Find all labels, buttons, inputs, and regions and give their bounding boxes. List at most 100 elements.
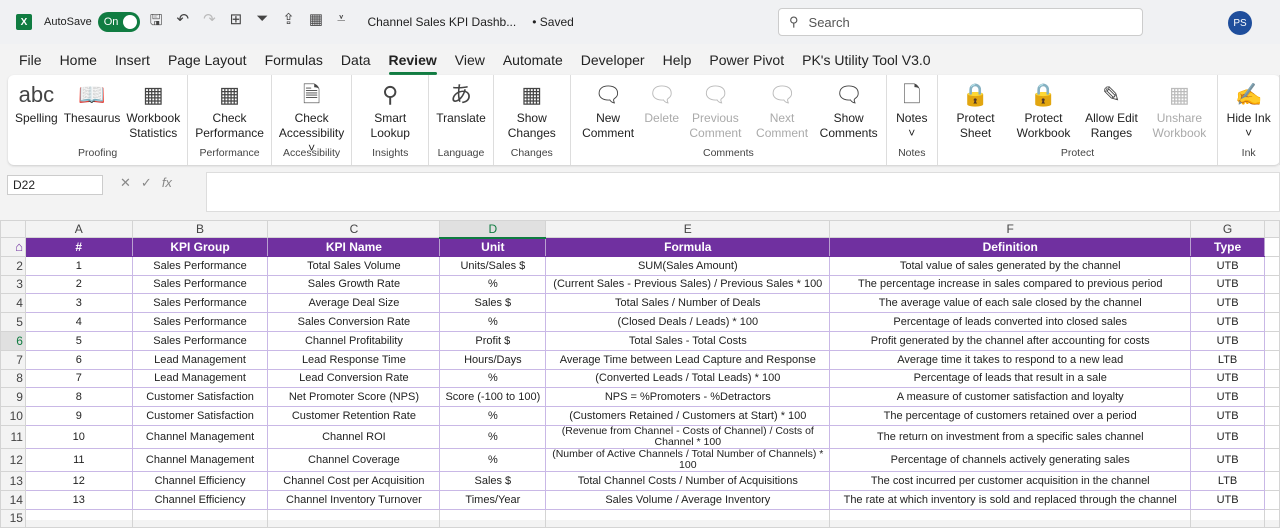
cell[interactable]: 8 [24, 387, 133, 408]
cell[interactable]: Percentage of leads that result in a sal… [829, 368, 1192, 389]
smart-lookup-button[interactable]: ⚲ Smart Lookup [356, 79, 424, 141]
cell[interactable]: 10 [24, 424, 133, 449]
fx-icon[interactable]: fx [162, 175, 172, 191]
cell[interactable]: Sales Performance [131, 255, 269, 276]
tab-insert[interactable]: Insert [106, 48, 159, 72]
autosave-toggle[interactable]: On [97, 12, 140, 32]
borders-icon[interactable]: ⊞ [230, 10, 243, 35]
cell[interactable] [1263, 312, 1280, 332]
check-performance-button[interactable]: ▦ Check Performance [192, 79, 267, 141]
cell[interactable] [1263, 293, 1280, 314]
cell[interactable] [1263, 424, 1280, 449]
cell[interactable]: The return on investment from a specific… [829, 424, 1192, 449]
cell[interactable]: (Customers Retained / Customers at Start… [545, 406, 831, 426]
cell[interactable]: Channel Management [131, 424, 269, 449]
cell[interactable]: Average Time between Lead Capture and Re… [545, 349, 831, 370]
cell[interactable] [1263, 255, 1280, 276]
cell[interactable] [1190, 508, 1265, 528]
row-header-3[interactable]: 3 [0, 274, 26, 295]
cell[interactable] [1263, 349, 1280, 370]
cell[interactable]: Sales $ [439, 293, 547, 314]
cancel-icon[interactable]: ✕ [120, 175, 131, 191]
protect-workbook-button[interactable]: 🔒 Protect Workbook [1010, 79, 1078, 141]
previous-comment-button[interactable]: 🗨 Previous Comment [682, 79, 749, 141]
cell[interactable]: Times/Year [439, 489, 547, 510]
cell[interactable]: 2 [24, 274, 133, 295]
cell[interactable]: Total Sales - Total Costs [545, 330, 831, 351]
cell[interactable]: Lead Response Time [267, 349, 441, 370]
cell[interactable]: % [439, 274, 547, 295]
header-cell[interactable]: KPI Group [131, 237, 269, 257]
cell[interactable]: Sales Performance [131, 312, 269, 332]
thesaurus-button[interactable]: 📖 Thesaurus [61, 79, 124, 126]
cell[interactable] [545, 508, 831, 528]
cell[interactable]: Channel Efficiency [131, 489, 269, 510]
cell[interactable] [267, 508, 441, 528]
cell[interactable]: Channel Cost per Acquisition [267, 470, 441, 491]
column-header-G[interactable]: G [1190, 220, 1265, 238]
cell[interactable]: Sales Performance [131, 274, 269, 295]
customize-qat-icon[interactable]: ⩡ [337, 10, 345, 35]
cell[interactable]: Customer Satisfaction [131, 387, 269, 408]
cell[interactable]: Sales Conversion Rate [267, 312, 441, 332]
delete-button[interactable]: 🗨 Delete [641, 79, 682, 126]
cell[interactable]: Lead Conversion Rate [267, 368, 441, 389]
cell[interactable]: NPS = %Promoters - %Detractors [545, 387, 831, 408]
formula-input[interactable] [206, 172, 1280, 212]
allow-edit-ranges-button[interactable]: ✎ Allow Edit Ranges [1077, 79, 1145, 141]
column-header-F[interactable]: F [829, 220, 1192, 238]
header-cell[interactable]: Type [1190, 237, 1265, 257]
header-cell[interactable]: Definition [829, 237, 1192, 257]
row-header-10[interactable]: 10 [0, 406, 26, 426]
cell[interactable]: 7 [24, 368, 133, 389]
cell[interactable]: (Converted Leads / Total Leads) * 100 [545, 368, 831, 389]
cell[interactable]: UTB [1190, 447, 1265, 472]
cell[interactable] [1263, 237, 1280, 257]
cell[interactable]: 9 [24, 406, 133, 426]
cell[interactable]: Hours/Days [439, 349, 547, 370]
cell[interactable]: A measure of customer satisfaction and l… [829, 387, 1192, 408]
row-header-5[interactable]: 5 [0, 312, 26, 332]
name-box[interactable]: D22 [7, 175, 103, 195]
cell[interactable]: 12 [24, 470, 133, 491]
cell[interactable]: Total Sales Volume [267, 255, 441, 276]
row-header-15[interactable]: 15 [0, 508, 26, 528]
cell[interactable]: LTB [1190, 470, 1265, 491]
cell[interactable]: Total Channel Costs / Number of Acquisit… [545, 470, 831, 491]
tab-data[interactable]: Data [332, 48, 380, 72]
tab-home[interactable]: Home [51, 48, 106, 72]
tab-review[interactable]: Review [380, 48, 446, 75]
cell[interactable]: UTB [1190, 406, 1265, 426]
tab-view[interactable]: View [446, 48, 494, 72]
cell[interactable] [1263, 489, 1280, 510]
tab-file[interactable]: File [10, 48, 51, 72]
header-cell[interactable]: Formula [545, 237, 831, 257]
cell[interactable] [1263, 368, 1280, 389]
cell[interactable]: % [439, 406, 547, 426]
cell[interactable]: LTB [1190, 349, 1265, 370]
cell[interactable]: 4 [24, 312, 133, 332]
tab-developer[interactable]: Developer [572, 48, 654, 72]
cell[interactable]: Percentage of leads converted into close… [829, 312, 1192, 332]
hide-ink-button[interactable]: ✍ Hide Ink ˅ [1222, 79, 1275, 141]
cell[interactable] [1263, 470, 1280, 491]
cell[interactable]: Lead Management [131, 349, 269, 370]
column-header-h[interactable] [1263, 220, 1280, 238]
cell[interactable]: Channel Inventory Turnover [267, 489, 441, 510]
row-header-9[interactable]: 9 [0, 387, 26, 408]
new-comment-button[interactable]: 🗨 New Comment [575, 79, 642, 141]
cell[interactable]: Profit $ [439, 330, 547, 351]
cell[interactable]: Average time it takes to respond to a ne… [829, 349, 1192, 370]
cell[interactable] [439, 508, 547, 528]
home-icon[interactable]: ⌂ [15, 239, 23, 254]
cell[interactable]: UTB [1190, 489, 1265, 510]
document-title[interactable]: Channel Sales KPI Dashb... [367, 15, 516, 29]
cell[interactable]: Sales Performance [131, 330, 269, 351]
cell[interactable]: UTB [1190, 274, 1265, 295]
cell[interactable] [829, 508, 1192, 528]
cell[interactable]: % [439, 424, 547, 449]
avatar[interactable]: PS [1228, 11, 1252, 35]
spelling-button[interactable]: abc Spelling [12, 79, 61, 126]
saved-status[interactable]: • Saved [532, 15, 574, 29]
cell[interactable] [1263, 330, 1280, 351]
